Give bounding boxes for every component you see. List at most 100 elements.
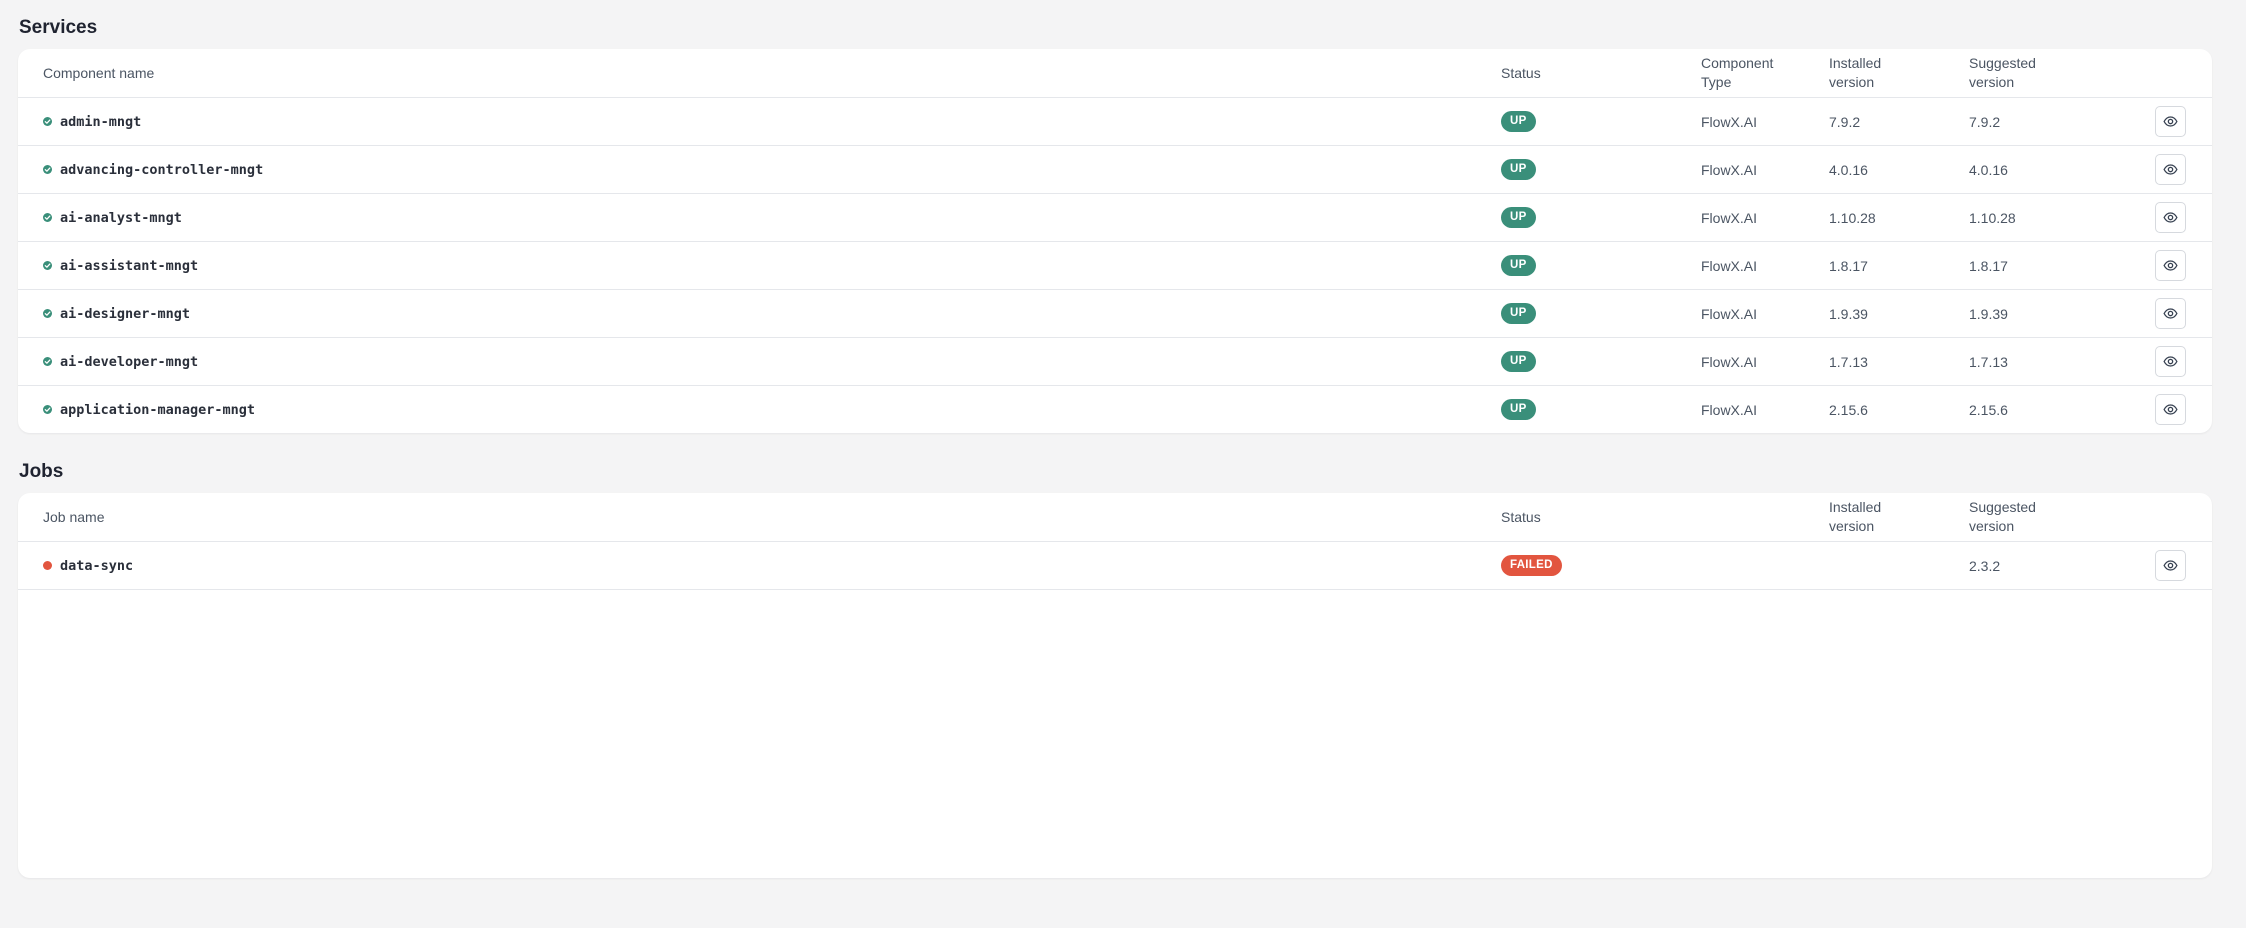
- component-type: FlowX.AI: [1701, 353, 1758, 370]
- status-cell: UP: [1501, 242, 1536, 289]
- view-button[interactable]: [2155, 106, 2186, 137]
- status-badge: UP: [1501, 303, 1536, 324]
- eye-icon: [2163, 560, 2178, 571]
- eye-icon: [2163, 260, 2178, 271]
- component-name: ai-analyst-mngt: [60, 209, 182, 226]
- view-button[interactable]: [2155, 154, 2186, 185]
- view-button[interactable]: [2155, 298, 2186, 329]
- installed-version: 1.10.28: [1829, 209, 1876, 226]
- col-job-name: Job name: [43, 508, 105, 525]
- table-row: data-sync FAILED 2.3.2: [18, 542, 2212, 590]
- status-cell: UP: [1501, 386, 1536, 433]
- suggested-version: 1.7.13: [1969, 353, 2008, 370]
- component-type: FlowX.AI: [1701, 209, 1758, 226]
- check-circle-icon: [43, 213, 52, 222]
- suggested-version: 4.0.16: [1969, 161, 2008, 178]
- component-name-cell: ai-analyst-mngt: [43, 194, 182, 241]
- view-button[interactable]: [2155, 394, 2186, 425]
- job-status-cell: FAILED: [1501, 542, 1562, 589]
- check-circle-icon: [43, 357, 52, 366]
- component-name-cell: ai-designer-mngt: [43, 290, 190, 337]
- eye-icon: [2163, 404, 2178, 415]
- check-circle-icon: [43, 309, 52, 318]
- installed-version: 1.9.39: [1829, 305, 1868, 322]
- component-type: FlowX.AI: [1701, 305, 1758, 322]
- status-cell: UP: [1501, 194, 1536, 241]
- suggested-version: 7.9.2: [1969, 113, 2001, 130]
- installed-version: 2.15.6: [1829, 401, 1868, 418]
- status-cell: UP: [1501, 338, 1536, 385]
- eye-icon: [2163, 356, 2178, 367]
- status-badge: FAILED: [1501, 555, 1562, 576]
- suggested-version: 1.10.28: [1969, 209, 2016, 226]
- installed-version: 7.9.2: [1829, 113, 1861, 130]
- status-cell: UP: [1501, 146, 1536, 193]
- check-circle-icon: [43, 261, 52, 270]
- component-name: ai-assistant-mngt: [60, 257, 199, 274]
- suggested-version: 2.3.2: [1969, 557, 2001, 574]
- eye-icon: [2163, 212, 2178, 223]
- component-name-cell: admin-mngt: [43, 98, 141, 145]
- services-table: Component name Status Component Type Inst…: [18, 49, 2212, 433]
- error-dot-icon: [43, 561, 52, 570]
- installed-version: 4.0.16: [1829, 161, 1868, 178]
- col-suggested-version: Suggested version: [1969, 55, 2036, 90]
- view-button[interactable]: [2155, 202, 2186, 233]
- component-name-cell: application-manager-mngt: [43, 386, 255, 433]
- status-cell: UP: [1501, 98, 1536, 145]
- check-circle-icon: [43, 405, 52, 414]
- status-badge: UP: [1501, 255, 1536, 276]
- eye-icon: [2163, 116, 2178, 127]
- check-circle-icon: [43, 117, 52, 126]
- table-row: ai-assistant-mngt UP FlowX.AI 1.8.17 1.8…: [18, 242, 2212, 290]
- suggested-version: 1.8.17: [1969, 257, 2008, 274]
- component-type: FlowX.AI: [1701, 401, 1758, 418]
- component-type: FlowX.AI: [1701, 257, 1758, 274]
- services-table-header: Component name Status Component Type Inst…: [18, 49, 2212, 98]
- installed-version: 1.7.13: [1829, 353, 1868, 370]
- component-name-cell: advancing-controller-mngt: [43, 146, 263, 193]
- status-cell: UP: [1501, 290, 1536, 337]
- eye-icon: [2163, 308, 2178, 319]
- component-name: advancing-controller-mngt: [60, 161, 264, 178]
- status-badge: UP: [1501, 111, 1536, 132]
- suggested-version: 1.9.39: [1969, 305, 2008, 322]
- table-row: advancing-controller-mngt UP FlowX.AI 4.…: [18, 146, 2212, 194]
- view-button[interactable]: [2155, 346, 2186, 377]
- table-row: application-manager-mngt UP FlowX.AI 2.1…: [18, 386, 2212, 433]
- job-name-cell: data-sync: [43, 542, 133, 589]
- jobs-table-body: data-sync FAILED 2.3.2: [18, 542, 2212, 590]
- services-table-body: admin-mngt UP FlowX.AI 7.9.2 7.9.2 advan…: [18, 98, 2212, 433]
- col-component-type: Component Type: [1701, 55, 1774, 90]
- view-button[interactable]: [2155, 550, 2186, 581]
- eye-icon: [2163, 164, 2178, 175]
- component-name: admin-mngt: [60, 113, 142, 130]
- component-name-cell: ai-assistant-mngt: [43, 242, 198, 289]
- status-badge: UP: [1501, 159, 1536, 180]
- check-circle-icon: [43, 165, 52, 174]
- col-job-status: Status: [1501, 508, 1541, 525]
- services-title: Services: [19, 17, 98, 38]
- page: Services Component name Status Component…: [0, 0, 2246, 928]
- component-name: ai-developer-mngt: [60, 353, 199, 370]
- jobs-table: Job name Status Installed version Suggest…: [18, 493, 2212, 878]
- table-row: ai-developer-mngt UP FlowX.AI 1.7.13 1.7…: [18, 338, 2212, 386]
- suggested-version: 2.15.6: [1969, 401, 2008, 418]
- col-job-suggested-version: Suggested version: [1969, 499, 2036, 534]
- component-type: FlowX.AI: [1701, 161, 1758, 178]
- col-installed-version: Installed version: [1829, 55, 1882, 90]
- job-name: data-sync: [60, 557, 134, 574]
- view-button[interactable]: [2155, 250, 2186, 281]
- component-name: application-manager-mngt: [60, 401, 256, 418]
- table-row: ai-analyst-mngt UP FlowX.AI 1.10.28 1.10…: [18, 194, 2212, 242]
- jobs-table-header: Job name Status Installed version Suggest…: [18, 493, 2212, 542]
- col-component-name: Component name: [43, 64, 155, 81]
- jobs-title: Jobs: [19, 461, 64, 482]
- component-name-cell: ai-developer-mngt: [43, 338, 198, 385]
- col-status: Status: [1501, 64, 1541, 81]
- status-badge: UP: [1501, 351, 1536, 372]
- status-badge: UP: [1501, 399, 1536, 420]
- installed-version: 1.8.17: [1829, 257, 1868, 274]
- table-row: admin-mngt UP FlowX.AI 7.9.2 7.9.2: [18, 98, 2212, 146]
- col-job-installed-version: Installed version: [1829, 499, 1882, 534]
